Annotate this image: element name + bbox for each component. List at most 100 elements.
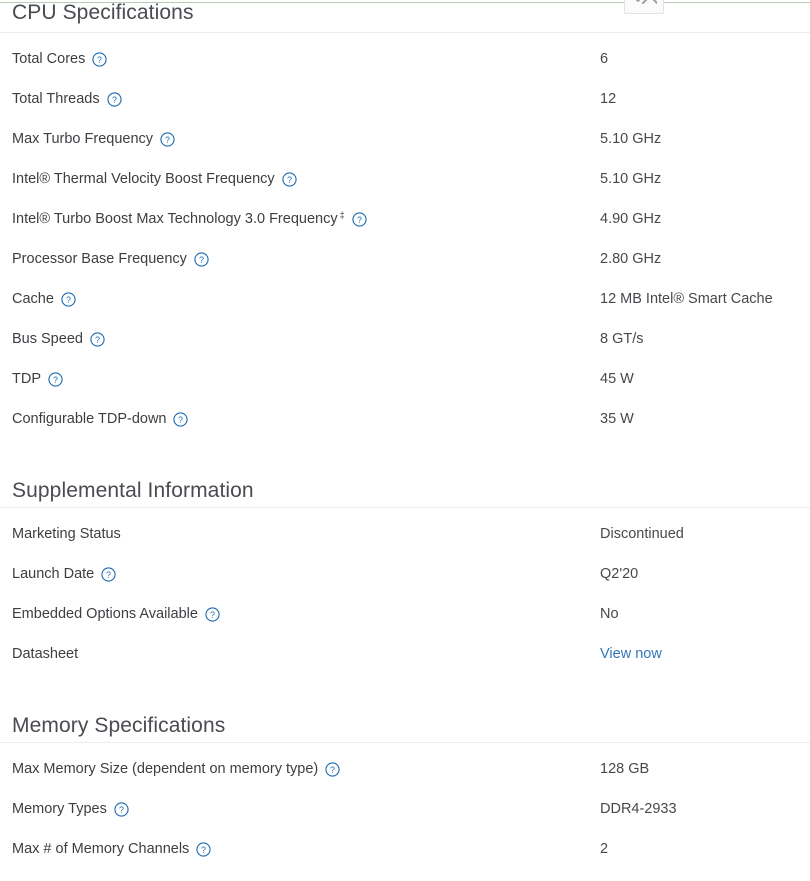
table-row: Max Turbo Frequency ? 5.10 GHz [0,129,810,169]
double-chevron-collapse-icon[interactable] [624,0,664,14]
spec-value: 35 W [600,409,810,429]
section-supplemental-information: Supplemental Information Marketing Statu… [0,475,810,684]
help-circle-icon[interactable]: ? [90,332,105,347]
spec-label-cell: Processor Base Frequency ? [12,249,600,269]
table-row: Total Cores ? 6 [0,49,810,89]
spec-value: 2.80 GHz [600,249,810,269]
spec-label-cell: Bus Speed ? [12,329,600,349]
spec-label: Max Turbo Frequency [12,129,153,149]
help-circle-icon[interactable]: ? [101,567,116,582]
help-circle-icon[interactable]: ? [48,372,63,387]
spec-label: TDP [12,369,41,389]
spec-value: 128 GB [600,759,810,779]
svg-text:?: ? [357,214,362,224]
spec-label-cell: Embedded Options Available ? [12,604,600,624]
spec-label-cell: TDP ? [12,369,600,389]
spec-label-cell: Marketing Status [12,524,600,544]
spec-value: 8 GT/s [600,329,810,349]
spec-label-cell: Total Threads ? [12,89,600,109]
spec-value: Discontinued [600,524,810,544]
section-header-cpu-specifications: CPU Specifications [0,0,810,32]
spec-label: Processor Base Frequency [12,249,187,269]
table-row: Launch Date ? Q2'20 [0,564,810,604]
svg-text:?: ? [201,844,206,854]
spec-value: 5.10 GHz [600,169,810,189]
section-header-supplemental-information: Supplemental Information [0,475,810,507]
svg-text:?: ? [97,54,102,64]
svg-text:?: ? [287,174,292,184]
table-row: TDP ? 45 W [0,369,810,409]
section-header-memory-specifications: Memory Specifications [0,710,810,742]
spec-value: 12 [600,89,810,109]
spec-label: Marketing Status [12,524,121,544]
spec-rows-supplemental: Marketing Status Discontinued Launch Dat… [0,508,810,684]
table-row: Cache ? 12 MB Intel® Smart Cache [0,289,810,329]
svg-text:?: ? [53,374,58,384]
help-circle-icon[interactable]: ? [173,412,188,427]
spec-label: Max Memory Size (dependent on memory typ… [12,759,318,779]
svg-text:?: ? [179,414,184,424]
help-circle-icon[interactable]: ? [196,842,211,857]
help-circle-icon[interactable]: ? [205,607,220,622]
spec-label: Datasheet [12,644,78,664]
svg-text:?: ? [330,764,335,774]
spec-label: Intel® Thermal Velocity Boost Frequency [12,169,275,189]
spec-label-cell: Intel® Turbo Boost Max Technology 3.0 Fr… [12,209,600,229]
spec-value: 4.90 GHz [600,209,810,229]
spec-label-cell: Datasheet [12,644,600,664]
spec-label: Cache [12,289,54,309]
section-title: Supplemental Information [12,478,254,504]
spec-label: Memory Types [12,799,107,819]
spec-label: Configurable TDP-down [12,409,166,429]
table-row: Bus Speed ? 8 GT/s [0,329,810,369]
help-circle-icon[interactable]: ? [282,172,297,187]
table-row: Total Threads ? 12 [0,89,810,129]
help-circle-icon[interactable]: ? [160,132,175,147]
svg-text:?: ? [95,334,100,344]
svg-text:?: ? [210,609,215,619]
spec-label: Intel® Turbo Boost Max Technology 3.0 Fr… [12,209,338,229]
svg-text:?: ? [106,569,111,579]
help-circle-icon[interactable]: ? [114,802,129,817]
spec-rows-cpu: Total Cores ? 6 Total Threads ? 12 [0,33,810,449]
spec-value: Q2'20 [600,564,810,584]
spec-label: Total Threads [12,89,100,109]
svg-text:?: ? [165,134,170,144]
help-circle-icon[interactable]: ? [194,252,209,267]
spec-value: 12 MB Intel® Smart Cache [600,289,810,309]
spec-value: 6 [600,49,810,69]
spec-label: Bus Speed [12,329,83,349]
spec-value: 2 [600,839,810,859]
datasheet-view-now-link[interactable]: View now [600,644,810,664]
table-row: Datasheet View now [0,644,810,684]
table-row: Embedded Options Available ? No [0,604,810,644]
svg-text:?: ? [119,804,124,814]
spec-label: Total Cores [12,49,85,69]
svg-text:?: ? [199,254,204,264]
spec-label-cell: Cache ? [12,289,600,309]
table-row: Configurable TDP-down ? 35 W [0,409,810,449]
spec-label-cell: Intel® Thermal Velocity Boost Frequency … [12,169,600,189]
spec-label-cell: Memory Types ? [12,799,600,819]
spec-label: Max # of Memory Channels [12,839,189,859]
section-title: Memory Specifications [12,713,225,739]
table-row: Memory Types ? DDR4-2933 [0,799,810,839]
help-circle-icon[interactable]: ? [92,52,107,67]
spec-rows-memory: Max Memory Size (dependent on memory typ… [0,743,810,879]
help-circle-icon[interactable]: ? [61,292,76,307]
spec-label: Embedded Options Available [12,604,198,624]
help-circle-icon[interactable]: ? [325,762,340,777]
table-row: Max # of Memory Channels ? 2 [0,839,810,879]
table-row: Processor Base Frequency ? 2.80 GHz [0,249,810,289]
spec-label-cell: Configurable TDP-down ? [12,409,600,429]
spec-value: No [600,604,810,624]
section-spacer [0,684,810,710]
section-title: CPU Specifications [12,0,194,26]
help-circle-icon[interactable]: ? [107,92,122,107]
section-spacer [0,449,810,475]
table-row: Max Memory Size (dependent on memory typ… [0,759,810,799]
svg-text:?: ? [66,294,71,304]
help-circle-icon[interactable]: ? [352,212,367,227]
spec-value: DDR4-2933 [600,799,810,819]
spec-label-cell: Max Turbo Frequency ? [12,129,600,149]
